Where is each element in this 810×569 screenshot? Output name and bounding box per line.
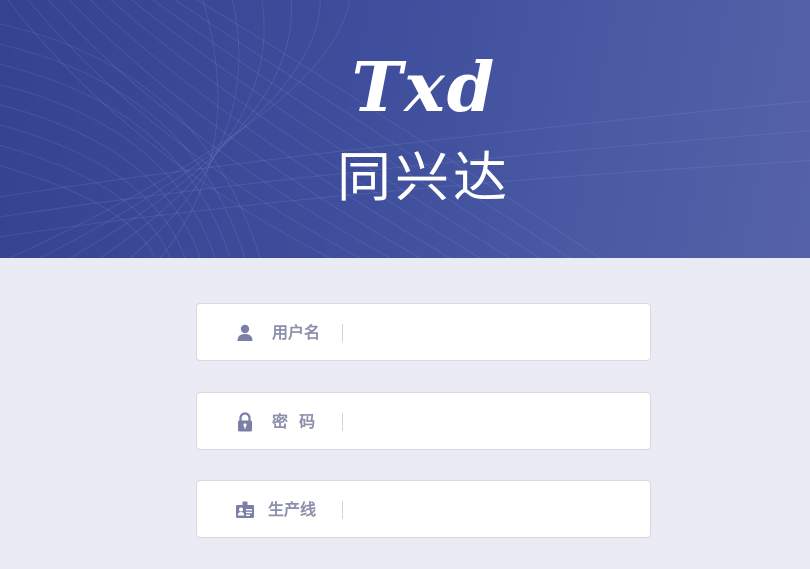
lock-icon: [235, 412, 255, 432]
header-banner: Txd 同兴达: [0, 0, 810, 258]
logo-text: Txd: [351, 48, 497, 128]
password-field[interactable]: 密 码: [196, 392, 651, 450]
id-card-icon: [235, 500, 255, 520]
user-icon: [235, 323, 255, 343]
username-field[interactable]: 用户名: [196, 303, 651, 361]
wave-pattern-decoration: [0, 0, 810, 258]
divider: [342, 324, 343, 342]
username-label: 用户名: [272, 323, 321, 342]
divider: [342, 413, 343, 431]
password-input[interactable]: [353, 403, 642, 441]
brand-name: 同兴达: [337, 146, 511, 209]
production-line-input[interactable]: [353, 491, 642, 529]
username-input[interactable]: [353, 314, 642, 352]
password-label: 密 码: [272, 412, 316, 431]
production-line-label: 生产线: [268, 500, 317, 519]
production-line-field[interactable]: 生产线: [196, 480, 651, 538]
divider: [342, 501, 343, 519]
